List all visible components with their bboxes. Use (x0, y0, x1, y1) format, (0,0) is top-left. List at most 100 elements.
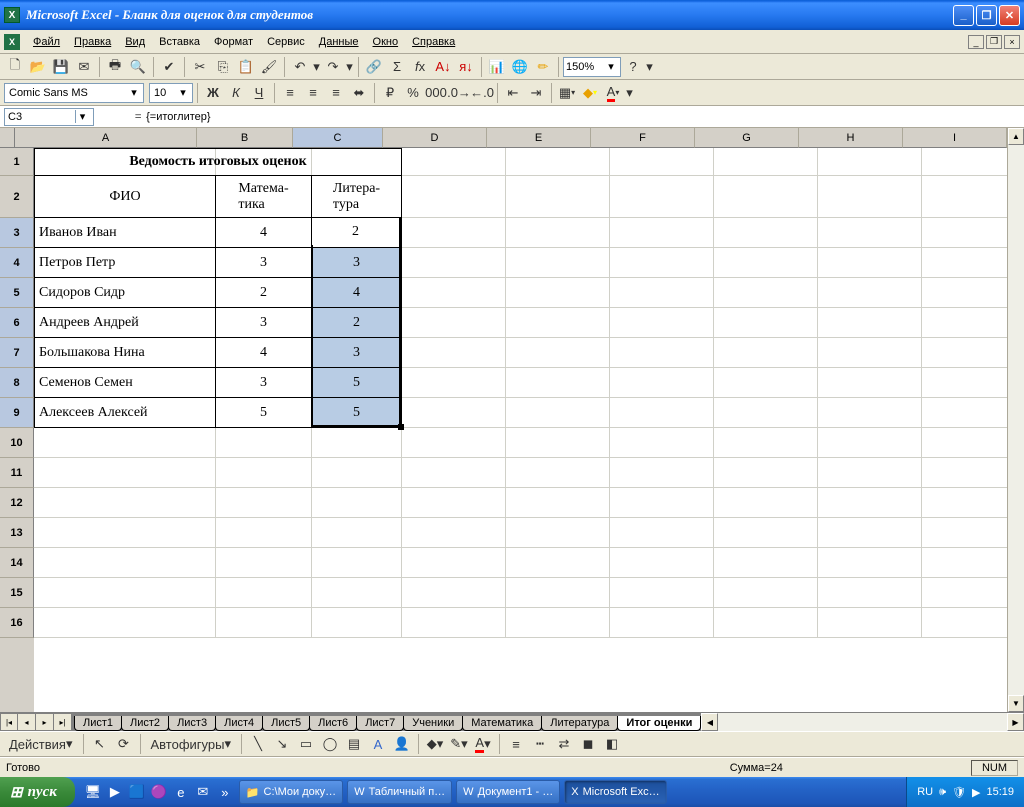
cut-button[interactable]: ✂ (189, 56, 211, 78)
cell[interactable] (818, 218, 922, 248)
doc-minimize-button[interactable]: _ (968, 35, 984, 49)
wordart-button[interactable]: A (367, 733, 389, 755)
menu-tools[interactable]: Сервис (260, 33, 312, 51)
system-tray[interactable]: RU 🕪 🛡 ▶ 15:19 (906, 777, 1024, 807)
cell[interactable] (818, 148, 922, 176)
inc-decimal-button[interactable]: .0→ (448, 82, 470, 104)
title-cell[interactable]: Ведомость итоговых оценок (34, 148, 402, 176)
active-cell[interactable]: 2 (312, 218, 399, 245)
cell[interactable] (506, 308, 610, 338)
cell[interactable] (818, 488, 922, 518)
row-header-12[interactable]: 12 (0, 488, 34, 518)
percent-button[interactable]: % (402, 82, 424, 104)
cell[interactable] (818, 398, 922, 428)
ql-media-icon[interactable]: ▶ (105, 781, 125, 803)
sort-desc-button[interactable]: я↓ (455, 56, 477, 78)
3d-button[interactable]: ◧ (601, 733, 623, 755)
cell[interactable] (216, 608, 312, 638)
cell-name[interactable]: Семенов Семен (34, 368, 216, 398)
cell[interactable] (506, 518, 610, 548)
arrow-style-button[interactable]: ⇄ (553, 733, 575, 755)
cell[interactable] (402, 578, 506, 608)
cell[interactable] (506, 368, 610, 398)
col-header-G[interactable]: G (695, 128, 799, 148)
cell[interactable] (506, 548, 610, 578)
vertical-scrollbar[interactable]: ▲ ▼ (1007, 128, 1024, 712)
row-header-14[interactable]: 14 (0, 548, 34, 578)
cell[interactable] (714, 218, 818, 248)
cell[interactable] (34, 428, 216, 458)
doc-restore-button[interactable]: ❐ (986, 35, 1002, 49)
cell[interactable] (818, 608, 922, 638)
cell[interactable] (34, 518, 216, 548)
cell-lit[interactable]: 3 (312, 338, 402, 368)
cell[interactable] (818, 368, 922, 398)
col-header-C[interactable]: C (293, 128, 383, 148)
cell[interactable] (818, 578, 922, 608)
undo-dd[interactable]: ▾ (312, 56, 321, 78)
rotate-button[interactable]: ⟳ (113, 733, 135, 755)
cell[interactable] (922, 398, 1007, 428)
cell[interactable] (714, 458, 818, 488)
sheet-tab[interactable]: Лист6 (309, 716, 357, 731)
fx-label[interactable]: = (134, 109, 142, 124)
cell[interactable] (216, 428, 312, 458)
cell-math[interactable]: 4 (216, 338, 312, 368)
save-button[interactable]: 💾 (50, 56, 72, 78)
cells-area[interactable]: Ведомость итоговых оценокФИОМатема-тикаЛ… (34, 148, 1007, 712)
language-indicator[interactable]: RU (917, 786, 933, 798)
sheet-last-button[interactable]: ▸| (54, 713, 72, 731)
cell-math[interactable]: 2 (216, 278, 312, 308)
fill-color-button[interactable]: ◆▾ (579, 82, 601, 104)
cell[interactable] (506, 428, 610, 458)
row-header-4[interactable]: 4 (0, 248, 34, 278)
comma-button[interactable]: 000 (425, 82, 447, 104)
cell[interactable] (402, 458, 506, 488)
cell[interactable] (216, 518, 312, 548)
cell[interactable] (818, 548, 922, 578)
cell[interactable] (610, 338, 714, 368)
cell[interactable] (34, 488, 216, 518)
row-header-2[interactable]: 2 (0, 176, 34, 218)
function-button[interactable]: fx (409, 56, 431, 78)
row-header-5[interactable]: 5 (0, 278, 34, 308)
cell[interactable] (922, 338, 1007, 368)
col-header-E[interactable]: E (487, 128, 591, 148)
workbook-icon[interactable]: X (4, 34, 20, 50)
scroll-left-button[interactable]: ◀ (701, 713, 718, 731)
menu-format[interactable]: Формат (207, 33, 260, 51)
cell[interactable] (506, 488, 610, 518)
close-button[interactable]: ✕ (999, 5, 1020, 26)
cell[interactable] (714, 338, 818, 368)
open-button[interactable]: 📂 (27, 56, 49, 78)
cell[interactable] (610, 248, 714, 278)
font-name-combo[interactable]: Comic Sans MS▾ (4, 83, 144, 103)
sheet-next-button[interactable]: ▸ (36, 713, 54, 731)
cell[interactable] (312, 578, 402, 608)
clock[interactable]: 15:19 (986, 786, 1014, 798)
drawing-button[interactable]: ✏ (532, 56, 554, 78)
autoshapes-button[interactable]: Автофигуры ▾ (146, 733, 237, 755)
row-header-10[interactable]: 10 (0, 428, 34, 458)
horizontal-scrollbar[interactable]: ◀ ▶ (700, 713, 1024, 731)
row-header-15[interactable]: 15 (0, 578, 34, 608)
col-header-F[interactable]: F (591, 128, 695, 148)
col-header-A[interactable]: A (15, 128, 197, 148)
bold-button[interactable]: Ж (202, 82, 224, 104)
print-button[interactable]: 🖶 (104, 56, 126, 78)
cell[interactable] (402, 248, 506, 278)
dec-decimal-button[interactable]: ←.0 (471, 82, 493, 104)
cell[interactable] (714, 548, 818, 578)
cell[interactable] (922, 548, 1007, 578)
row-header-13[interactable]: 13 (0, 518, 34, 548)
cell[interactable] (714, 398, 818, 428)
sheet-first-button[interactable]: |◂ (0, 713, 18, 731)
arrow-button[interactable]: ↘ (271, 733, 293, 755)
sort-asc-button[interactable]: A↓ (432, 56, 454, 78)
format-painter-button[interactable]: 🖌 (258, 56, 280, 78)
sheet-prev-button[interactable]: ◂ (18, 713, 36, 731)
select-objects-button[interactable]: ↖ (89, 733, 111, 755)
cell[interactable] (506, 398, 610, 428)
menu-edit[interactable]: Правка (67, 33, 118, 51)
cell[interactable] (402, 428, 506, 458)
